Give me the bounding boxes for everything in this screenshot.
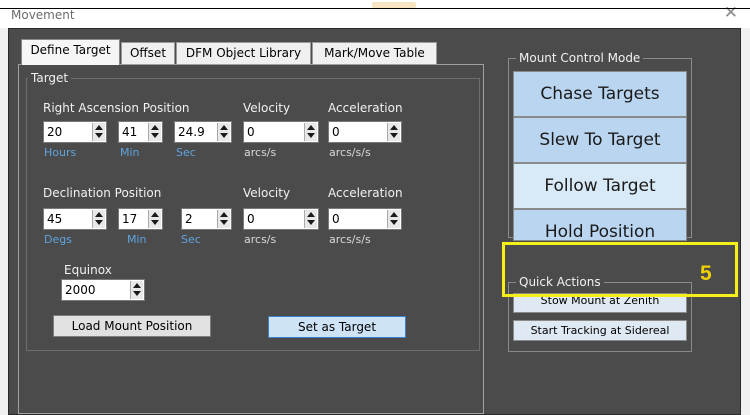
decorative-line: [0, 8, 750, 9]
tab-define-target[interactable]: Define Target: [21, 39, 120, 65]
tab-dfm-object-library[interactable]: DFM Object Library: [176, 42, 311, 64]
spinner-arrows-icon[interactable]: [387, 123, 400, 141]
ra-acceleration-value: 0: [332, 125, 340, 139]
spinner-arrows-icon[interactable]: [130, 281, 143, 299]
tab-mark-move-table[interactable]: Mark/Move Table: [312, 42, 437, 64]
window-title: Movement: [11, 8, 75, 22]
start-tracking-at-sidereal-button[interactable]: Start Tracking at Sidereal: [513, 320, 687, 341]
tab-offset[interactable]: Offset: [121, 42, 175, 64]
dec-velocity-value: 0: [247, 212, 255, 226]
equinox-label: Equinox: [64, 263, 112, 277]
ra-acceleration-label: Acceleration: [328, 101, 403, 115]
ra-sec-spinner[interactable]: 24.9: [174, 121, 232, 143]
set-as-target-button[interactable]: Set as Target: [268, 316, 406, 338]
ra-hours-spinner[interactable]: 20: [43, 121, 107, 143]
dec-sec-value: 2: [185, 212, 193, 226]
ra-min-value: 41: [122, 125, 138, 139]
spinner-arrows-icon[interactable]: [217, 210, 230, 228]
dec-acceleration-unit: arcs/s/s: [329, 233, 371, 246]
ra-min-spinner[interactable]: 41: [118, 121, 163, 143]
spinner-arrows-icon[interactable]: [92, 210, 105, 228]
dec-velocity-unit: arcs/s: [244, 233, 277, 246]
close-icon[interactable]: ✕: [724, 4, 738, 22]
dec-sec-unit: Sec: [181, 233, 201, 246]
ra-acceleration-spinner[interactable]: 0: [328, 121, 402, 143]
dec-min-unit: Min: [127, 233, 147, 246]
spinner-arrows-icon[interactable]: [217, 123, 230, 141]
mount-control-group-label: Mount Control Mode: [516, 51, 644, 65]
dec-degs-spinner[interactable]: 45: [43, 208, 107, 230]
ra-velocity-value: 0: [247, 125, 255, 139]
slew-to-target-button[interactable]: Slew To Target: [513, 117, 687, 163]
target-group-label: Target: [28, 71, 72, 85]
spinner-arrows-icon[interactable]: [148, 210, 161, 228]
ra-position-label: Right Ascension Position: [43, 101, 190, 115]
ra-sec-unit: Sec: [176, 146, 196, 159]
follow-target-button[interactable]: Follow Target: [513, 163, 687, 209]
dec-acceleration-label: Acceleration: [328, 186, 403, 200]
dec-degs-unit: Degs: [44, 233, 72, 246]
dec-degs-value: 45: [47, 212, 63, 226]
dec-velocity-spinner[interactable]: 0: [243, 208, 319, 230]
load-mount-position-button[interactable]: Load Mount Position: [53, 315, 211, 337]
dec-position-label: Declination Position: [43, 186, 162, 200]
ra-acceleration-unit: arcs/s/s: [329, 146, 371, 159]
dec-min-spinner[interactable]: 17: [118, 208, 163, 230]
equinox-value: 2000: [65, 283, 96, 297]
spinner-arrows-icon[interactable]: [304, 210, 317, 228]
hold-position-button[interactable]: Hold Position: [513, 209, 687, 241]
spinner-arrows-icon[interactable]: [92, 123, 105, 141]
ra-min-unit: Min: [120, 146, 140, 159]
chase-targets-button[interactable]: Chase Targets: [513, 71, 687, 117]
step-number: 5: [700, 262, 712, 285]
dec-velocity-label: Velocity: [243, 186, 291, 200]
ra-velocity-label: Velocity: [243, 101, 291, 115]
spinner-arrows-icon[interactable]: [387, 210, 400, 228]
spinner-arrows-icon[interactable]: [148, 123, 161, 141]
dec-sec-spinner[interactable]: 2: [181, 208, 232, 230]
spinner-arrows-icon[interactable]: [304, 123, 317, 141]
decorative-blob: [372, 2, 416, 8]
ra-sec-value: 24.9: [178, 125, 205, 139]
equinox-spinner[interactable]: 2000: [61, 279, 145, 301]
ra-velocity-unit: arcs/s: [244, 146, 277, 159]
ra-hours-unit: Hours: [44, 146, 77, 159]
ra-velocity-spinner[interactable]: 0: [243, 121, 319, 143]
dec-acceleration-value: 0: [332, 212, 340, 226]
ra-hours-value: 20: [47, 125, 63, 139]
dec-min-value: 17: [122, 212, 138, 226]
dec-acceleration-spinner[interactable]: 0: [328, 208, 402, 230]
